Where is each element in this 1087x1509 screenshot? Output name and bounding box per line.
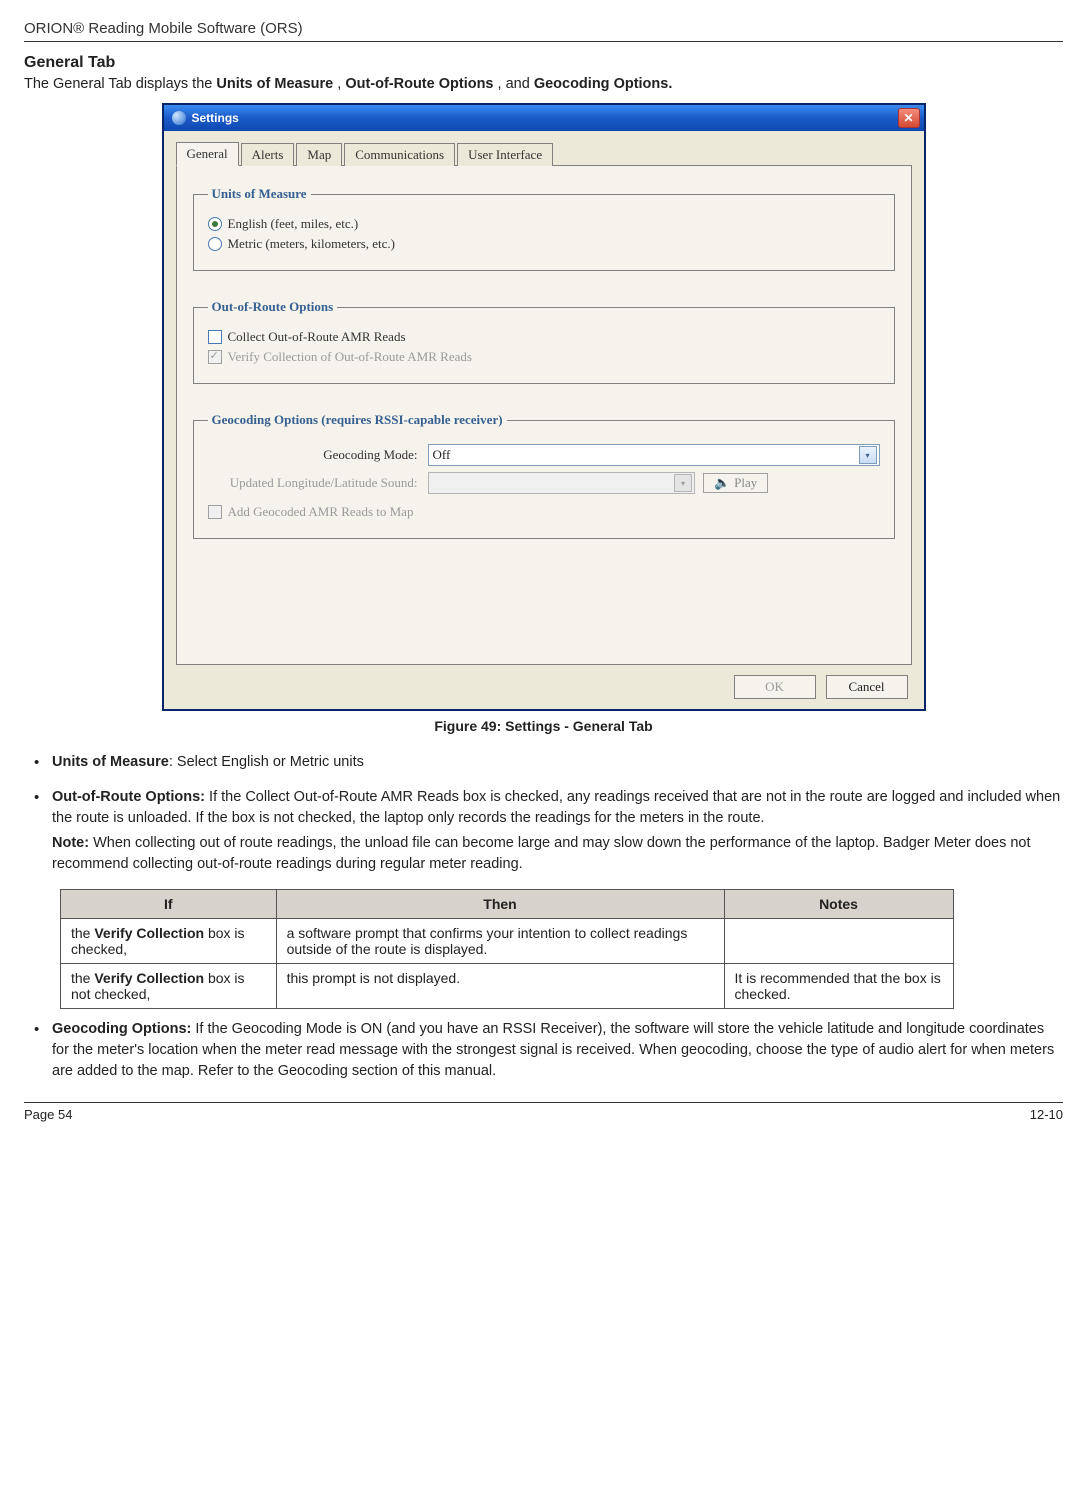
speaker-icon: 🔈 xyxy=(714,475,730,491)
app-icon xyxy=(172,111,186,125)
ok-button: OK xyxy=(734,675,816,699)
tab-general[interactable]: General xyxy=(176,142,239,166)
page-number: Page 54 xyxy=(24,1107,72,1122)
geocoding-mode-value: Off xyxy=(433,447,451,463)
chevron-down-icon: ▾ xyxy=(674,474,692,492)
product-name: ORION® Reading Mobile Software (ORS) xyxy=(24,20,303,37)
group-units: Units of Measure English (feet, miles, e… xyxy=(193,186,895,271)
check-verify-label: Verify Collection of Out-of-Route AMR Re… xyxy=(228,349,472,365)
bullet-out-of-route: Out-of-Route Options: If the Collect Out… xyxy=(24,787,1063,875)
bullet-list-2: Geocoding Options: If the Geocoding Mode… xyxy=(24,1019,1063,1082)
intro-bold-2: Out-of-Route Options xyxy=(345,76,493,92)
geocoding-mode-label: Geocoding Mode: xyxy=(208,447,428,463)
settings-window: Settings ✕ General Alerts Map Communicat… xyxy=(163,104,925,710)
doc-header: ORION® Reading Mobile Software (ORS) xyxy=(24,20,1063,42)
close-icon[interactable]: ✕ xyxy=(898,108,920,128)
table-row: the Verify Collection box is checked, a … xyxy=(61,919,954,964)
group-units-legend: Units of Measure xyxy=(208,186,311,202)
intro-bold-3: Geocoding Options. xyxy=(534,76,673,92)
radio-english[interactable]: English (feet, miles, etc.) xyxy=(208,216,880,232)
check-add-geocoded-label: Add Geocoded AMR Reads to Map xyxy=(228,504,414,520)
intro-bold-1: Units of Measure xyxy=(216,76,333,92)
tab-user-interface[interactable]: User Interface xyxy=(457,143,553,166)
revision: 12-10 xyxy=(1030,1107,1063,1122)
checkbox-icon xyxy=(208,505,222,519)
tab-communications[interactable]: Communications xyxy=(344,143,455,166)
check-add-geocoded: Add Geocoded AMR Reads to Map xyxy=(208,504,880,520)
checkbox-icon[interactable] xyxy=(208,330,222,344)
bullet-list: Units of Measure: Select English or Metr… xyxy=(24,752,1063,875)
col-notes: Notes xyxy=(724,890,953,919)
col-if: If xyxy=(61,890,277,919)
tab-map[interactable]: Map xyxy=(296,143,342,166)
if-then-table: If Then Notes the Verify Collection box … xyxy=(60,889,954,1009)
doc-footer: Page 54 12-10 xyxy=(24,1102,1063,1122)
play-label: Play xyxy=(734,475,757,491)
group-out-of-route: Out-of-Route Options Collect Out-of-Rout… xyxy=(193,299,895,384)
window-title: Settings xyxy=(192,111,898,125)
bullet-geocoding: Geocoding Options: If the Geocoding Mode… xyxy=(24,1019,1063,1082)
geo-sound-label: Updated Longitude/Latitude Sound: xyxy=(208,475,428,491)
check-verify-oor: Verify Collection of Out-of-Route AMR Re… xyxy=(208,349,880,365)
radio-icon[interactable] xyxy=(208,217,222,231)
col-then: Then xyxy=(276,890,724,919)
titlebar: Settings ✕ xyxy=(164,105,924,131)
group-geocoding: Geocoding Options (requires RSSI-capable… xyxy=(193,412,895,539)
tab-pane-general: Units of Measure English (feet, miles, e… xyxy=(176,166,912,665)
geo-sound-dropdown: ▾ xyxy=(428,472,695,494)
tab-alerts[interactable]: Alerts xyxy=(241,143,295,166)
table-row: the Verify Collection box is not checked… xyxy=(61,964,954,1009)
check-collect-label: Collect Out-of-Route AMR Reads xyxy=(228,329,406,345)
cancel-button[interactable]: Cancel xyxy=(826,675,908,699)
section-title: General Tab xyxy=(24,54,1063,72)
radio-metric-label: Metric (meters, kilometers, etc.) xyxy=(228,236,396,252)
chevron-down-icon[interactable]: ▾ xyxy=(859,446,877,464)
bullet-units: Units of Measure: Select English or Metr… xyxy=(24,752,1063,773)
radio-metric[interactable]: Metric (meters, kilometers, etc.) xyxy=(208,236,880,252)
screenshot: Settings ✕ General Alerts Map Communicat… xyxy=(24,104,1063,710)
table-header-row: If Then Notes xyxy=(61,890,954,919)
radio-english-label: English (feet, miles, etc.) xyxy=(228,216,359,232)
radio-icon[interactable] xyxy=(208,237,222,251)
figure-caption: Figure 49: Settings - General Tab xyxy=(24,718,1063,734)
tab-strip: General Alerts Map Communications User I… xyxy=(176,141,912,166)
intro-paragraph: The General Tab displays the Units of Me… xyxy=(24,76,1063,92)
group-geo-legend: Geocoding Options (requires RSSI-capable… xyxy=(208,412,507,428)
play-button: 🔈 Play xyxy=(703,473,768,493)
check-collect-oor[interactable]: Collect Out-of-Route AMR Reads xyxy=(208,329,880,345)
intro-text: The General Tab displays the xyxy=(24,76,216,92)
group-oor-legend: Out-of-Route Options xyxy=(208,299,338,315)
checkbox-icon xyxy=(208,350,222,364)
geocoding-mode-dropdown[interactable]: Off ▾ xyxy=(428,444,880,466)
